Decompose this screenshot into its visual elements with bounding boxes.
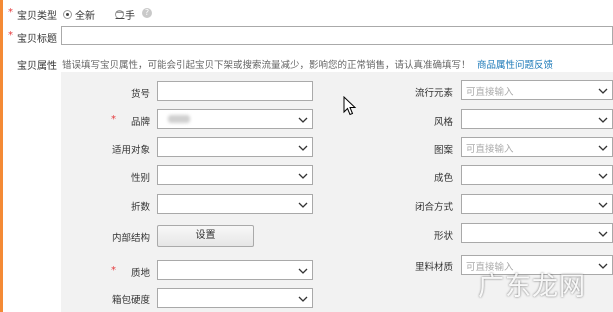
shape-select[interactable]	[461, 223, 613, 243]
item-number-input[interactable]	[157, 81, 313, 101]
hardness-select[interactable]	[157, 288, 313, 308]
combo-placeholder: 可直接输入	[466, 144, 514, 155]
chevron-down-icon	[298, 296, 308, 302]
gender-select[interactable]	[157, 165, 313, 185]
combo-placeholder: 可直接输入	[466, 87, 514, 98]
field-label-closure: 闭合方式	[414, 202, 453, 213]
chevron-down-icon	[598, 145, 608, 151]
chevron-down-icon	[598, 117, 608, 123]
blurred-brand-value	[168, 115, 190, 123]
radio-new-label: 全新	[75, 11, 95, 22]
site-watermark: 广东龙网	[478, 272, 587, 302]
radio-used-label: 二手	[115, 11, 135, 22]
pattern-combo[interactable]: 可直接输入	[461, 137, 613, 157]
chevron-down-icon	[598, 202, 608, 208]
item-attributes-label: 宝贝属性	[17, 61, 57, 72]
chevron-down-icon	[298, 145, 308, 151]
field-label-inner-structure: 内部结构	[111, 233, 150, 244]
field-label-trend-element: 流行元素	[414, 88, 453, 99]
trend-element-combo[interactable]: 可直接输入	[461, 80, 613, 100]
required-mark: *	[8, 7, 13, 18]
target-users-select[interactable]	[157, 137, 313, 157]
brand-select[interactable]	[157, 109, 313, 129]
field-label-target-users: 适用对象	[111, 145, 150, 156]
chevron-down-icon	[598, 263, 608, 269]
left-accent-bar	[0, 0, 3, 312]
field-label-discount: 折数	[130, 202, 150, 213]
field-label-style: 风格	[433, 117, 453, 128]
chevron-down-icon	[298, 117, 308, 123]
material-select[interactable]	[157, 260, 313, 280]
field-label-lining-material: 里料材质	[414, 262, 453, 273]
field-label-brand: 品牌	[130, 117, 150, 128]
field-label-hardness: 箱包硬度	[111, 295, 150, 306]
chevron-down-icon	[298, 173, 308, 179]
condition-select[interactable]	[461, 165, 613, 185]
radio-new[interactable]	[63, 9, 72, 19]
question-circle-icon[interactable]: ?	[142, 8, 152, 18]
item-title-label: 宝贝标题	[17, 34, 57, 45]
inner-structure-setup-button[interactable]: 设置	[157, 225, 254, 247]
field-label-gender: 性别	[130, 173, 150, 184]
field-label-pattern: 图案	[433, 145, 453, 156]
attribute-feedback-link[interactable]: 商品属性问题反馈	[477, 57, 553, 71]
field-label-material: 质地	[130, 268, 150, 279]
chevron-down-icon	[298, 268, 308, 274]
chevron-down-icon	[298, 202, 308, 208]
chevron-down-icon	[598, 88, 608, 94]
chevron-down-icon	[598, 173, 608, 179]
item-type-label: 宝贝类型	[17, 11, 57, 22]
field-label-item-number: 货号	[130, 89, 150, 100]
required-mark: *	[8, 30, 13, 41]
field-label-shape: 形状	[433, 231, 453, 242]
closure-select[interactable]	[461, 194, 613, 214]
attributes-hint: 错误填写宝贝属性，可能会引起宝贝下架或搜索流量减少，影响您的正常销售，请认真准确…	[62, 60, 471, 71]
item-title-input[interactable]	[61, 26, 613, 45]
mouse-cursor-icon	[343, 96, 357, 116]
style-select[interactable]	[461, 109, 613, 129]
discount-select[interactable]	[157, 194, 313, 214]
field-label-condition: 成色	[433, 173, 453, 184]
chevron-down-icon	[598, 231, 608, 237]
